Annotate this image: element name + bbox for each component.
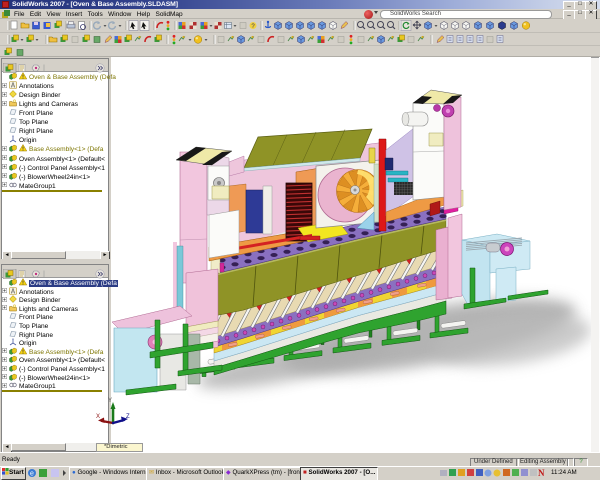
svg-text:Z: Z — [126, 414, 130, 420]
svg-text:X: X — [96, 414, 100, 420]
svg-text:Y: Y — [108, 398, 112, 404]
svg-text:e: e — [30, 471, 34, 478]
svg-text:N: N — [538, 468, 545, 478]
